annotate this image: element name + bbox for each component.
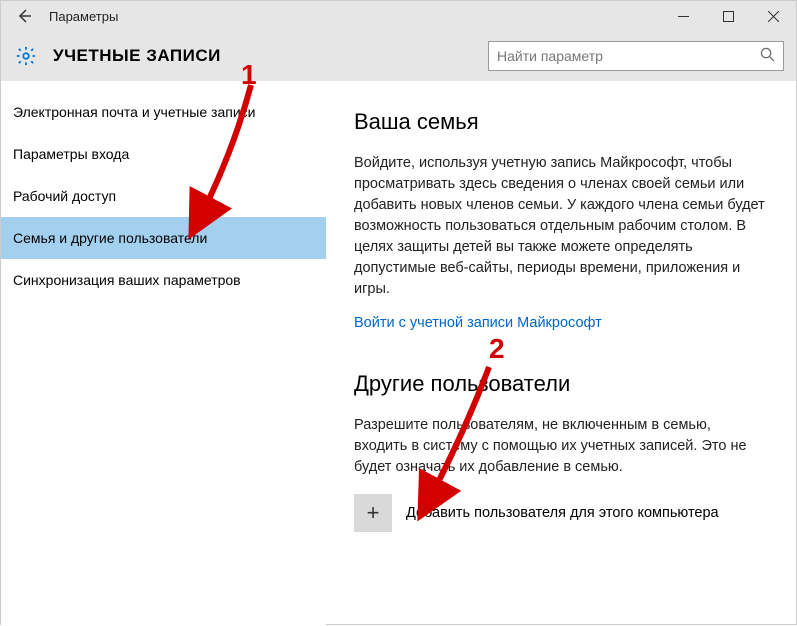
arrow-left-icon — [16, 8, 32, 24]
signin-microsoft-link[interactable]: Войти с учетной записи Майкрософт — [354, 315, 602, 331]
section-title-family: Ваша семья — [354, 109, 768, 135]
section-title-other-users: Другие пользователи — [354, 371, 768, 397]
search-box[interactable] — [488, 41, 784, 71]
sidebar-item-label: Семья и другие пользователи — [13, 230, 207, 246]
add-user-button[interactable]: + Добавить пользователя для этого компью… — [354, 494, 768, 532]
section-body-family: Войдите, используя учетную запись Майкро… — [354, 153, 768, 300]
close-button[interactable] — [751, 1, 796, 31]
maximize-icon — [723, 11, 734, 22]
sidebar-item-family-users[interactable]: Семья и другие пользователи — [1, 217, 326, 259]
content: Электронная почта и учетные записи Парам… — [1, 81, 796, 626]
page-title: УЧЕТНЫЕ ЗАПИСИ — [53, 46, 221, 66]
maximize-button[interactable] — [706, 1, 751, 31]
search-input[interactable] — [497, 48, 760, 64]
sidebar-item-label: Рабочий доступ — [13, 188, 116, 204]
main-panel: Ваша семья Войдите, используя учетную за… — [326, 81, 796, 626]
search-icon — [760, 47, 775, 65]
window-title: Параметры — [49, 9, 118, 24]
settings-gear-icon — [13, 43, 39, 69]
header: УЧЕТНЫЕ ЗАПИСИ — [1, 31, 796, 81]
plus-icon: + — [354, 494, 392, 532]
sidebar-item-email-accounts[interactable]: Электронная почта и учетные записи — [1, 91, 326, 133]
minimize-icon — [678, 11, 689, 22]
sidebar-item-label: Электронная почта и учетные записи — [13, 104, 255, 120]
minimize-button[interactable] — [661, 1, 706, 31]
sidebar-item-sync-settings[interactable]: Синхронизация ваших параметров — [1, 259, 326, 301]
sidebar-item-label: Параметры входа — [13, 146, 129, 162]
sidebar-item-signin-options[interactable]: Параметры входа — [1, 133, 326, 175]
sidebar-item-label: Синхронизация ваших параметров — [13, 272, 241, 288]
add-user-label: Добавить пользователя для этого компьюте… — [406, 505, 719, 521]
titlebar: Параметры — [1, 1, 796, 31]
sidebar-item-work-access[interactable]: Рабочий доступ — [1, 175, 326, 217]
sidebar: Электронная почта и учетные записи Парам… — [1, 81, 326, 626]
close-icon — [768, 11, 779, 22]
section-body-other-users: Разрешите пользователям, не включенным в… — [354, 415, 768, 478]
back-button[interactable] — [9, 1, 39, 31]
